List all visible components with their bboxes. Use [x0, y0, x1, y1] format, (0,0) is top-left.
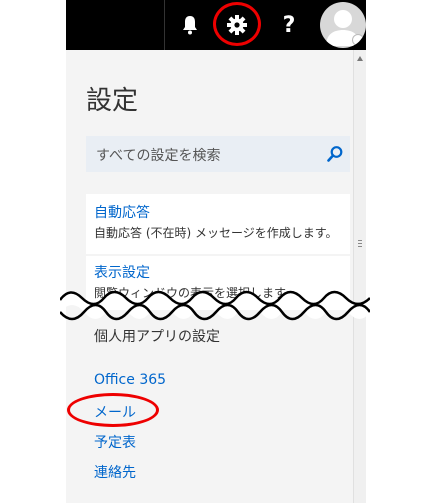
avatar[interactable]	[320, 2, 366, 48]
scrollbar[interactable]	[353, 50, 366, 503]
link-calendar[interactable]: 予定表	[94, 432, 136, 452]
notifications-button[interactable]	[170, 0, 210, 50]
torn-edge-divider	[60, 290, 370, 321]
search-placeholder: すべての設定を検索	[96, 148, 221, 164]
scroll-grip-line	[358, 240, 362, 241]
scroll-grip-line	[358, 246, 362, 247]
link-contacts[interactable]: 連絡先	[94, 462, 136, 482]
help-icon: ?	[282, 12, 296, 38]
settings-item-description: 自動応答 (不在時) メッセージを作成します。	[94, 226, 338, 240]
settings-item-auto-reply[interactable]: 自動応答 自動応答 (不在時) メッセージを作成します。	[86, 194, 350, 254]
section-title: 個人用アプリの設定	[94, 329, 220, 345]
help-button[interactable]: ?	[269, 0, 309, 50]
scroll-up-arrow-icon[interactable]	[357, 56, 363, 61]
settings-item-label[interactable]: 自動応答	[94, 202, 150, 222]
settings-panel: ? 設定 すべての設定を検索 自動応答 自動応答 (不在時) メッセージを作成し…	[66, 0, 366, 503]
toolbar-divider	[164, 0, 165, 50]
red-highlight-circle	[67, 393, 159, 427]
settings-search-input[interactable]: すべての設定を検索	[86, 136, 350, 172]
search-icon[interactable]	[326, 145, 344, 163]
red-highlight-circle	[213, 2, 261, 46]
bell-icon	[183, 16, 197, 35]
link-office-365[interactable]: Office 365	[94, 372, 166, 388]
page-title: 設定	[86, 86, 139, 116]
scroll-grip-line	[358, 243, 362, 244]
presence-status-icon	[352, 34, 364, 46]
top-bar: ?	[66, 0, 366, 50]
